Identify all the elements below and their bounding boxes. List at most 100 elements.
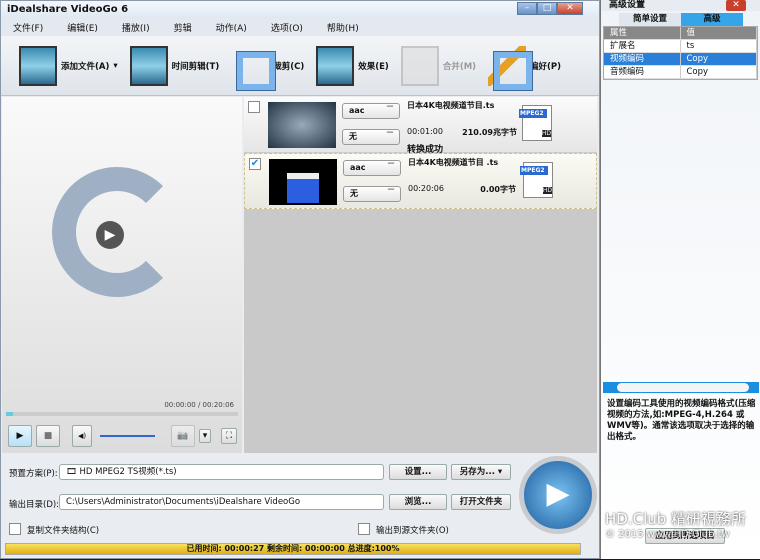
audio-track-dropdown[interactable]: aac	[343, 160, 401, 176]
chevron-down-icon[interactable]: ▾	[113, 61, 117, 71]
scissors-film-icon	[129, 45, 168, 86]
preferences-button[interactable]: 偏好(P)	[488, 45, 562, 90]
watermark-line1: HD.Club 精研視務所	[605, 510, 747, 528]
stop-button[interactable]: ■	[36, 425, 60, 447]
wrench-screwdriver-icon	[488, 45, 533, 90]
watermark: HD.Club 精研視務所 © 2015 www.HD.Club.tw	[605, 512, 746, 542]
toolbar: 添加文件(A) ▾ 时间剪辑(T) 裁剪(C) 效果(E) 合并(M) 偏好(P)	[1, 36, 599, 96]
hd-badge: HD	[542, 187, 552, 194]
file-row[interactable]: aac 无 日本4K电视频道节目.ts 00:01:00 210.09兆字节 转…	[244, 97, 597, 155]
copy-structure-label: 复制文件夹结构(C)	[27, 526, 100, 536]
main-window: iDealshare VideoGo 6 – □ ✕ 文件(F) 编辑(E) 播…	[0, 0, 600, 559]
grid-header: 属性值	[604, 27, 757, 40]
menu-help[interactable]: 帮助(H)	[327, 21, 359, 34]
mpeg2-format-icon[interactable]: MPEG2 HD	[520, 162, 553, 198]
preset-label: 预置方案(P):	[9, 469, 58, 479]
file-checkbox[interactable]: ✔	[249, 158, 261, 170]
trim-label: 时间剪辑(T)	[171, 61, 220, 72]
preset-dropdown[interactable]: 🎞 HD MPEG2 TS视频(*.ts)	[59, 464, 384, 480]
scroll-thumb[interactable]	[617, 383, 749, 392]
output-to-source-checkbox[interactable]	[358, 523, 370, 535]
output-dir-label: 输出目录(D):	[9, 500, 60, 510]
property-value[interactable]: Copy	[681, 66, 757, 78]
playback-time: 00:00:00 / 00:20:06	[164, 401, 234, 409]
volume-slider[interactable]	[100, 435, 155, 437]
video-thumbnail	[268, 102, 336, 148]
panel-tabs: 简单设置 高级	[619, 13, 760, 26]
file-row[interactable]: ✔ aac 无 日本4K电视频道节目 .ts 00:20:06 0.00字节 M…	[244, 153, 597, 209]
file-size: 0.00字节	[480, 185, 516, 194]
menu-options[interactable]: 选项(O)	[271, 21, 303, 34]
menu-action[interactable]: 动作(A)	[216, 21, 247, 34]
menu-file[interactable]: 文件(F)	[13, 21, 43, 34]
watermark-line2: © 2015 www.HD.Club.tw	[605, 529, 730, 540]
convert-button[interactable]: ▶	[519, 456, 597, 534]
file-name: 日本4K电视频道节目.ts	[407, 101, 495, 110]
preset-value: HD MPEG2 TS视频(*.ts)	[79, 467, 177, 477]
player-controls: ▶ ■ ◀) 📷 ▾ ⛶	[8, 425, 237, 447]
header-value: 值	[681, 27, 757, 39]
advanced-settings-panel: 高级设置 ✕ 简单设置 高级 属性值 扩展名 ts 视频编码 Copy 音频编码 Co…	[600, 0, 760, 559]
file-checkbox[interactable]	[248, 101, 260, 113]
preferences-label: 偏好(P)	[530, 61, 562, 72]
subtitle-dropdown[interactable]: 无	[343, 186, 401, 202]
property-description: 设置编码工具使用的视频编码格式(压缩视频的方法,如:MPEG-4,H.264 或…	[607, 399, 756, 442]
window-title: iDealshare VideoGo 6	[7, 4, 129, 15]
panel-close-button[interactable]: ✕	[726, 0, 746, 11]
crop-icon	[231, 46, 276, 90]
preview-panel: ▶ 00:00:00 / 00:20:06 ▶ ■ ◀) 📷 ▾ ⛶	[2, 97, 242, 453]
audio-track-dropdown[interactable]: aac	[342, 103, 400, 119]
output-to-source-label: 输出到源文件夹(O)	[376, 526, 449, 536]
open-folder-button[interactable]: 打开文件夹	[451, 494, 511, 510]
minimize-button[interactable]: –	[517, 2, 537, 15]
snapshot-button[interactable]: 📷	[171, 425, 195, 447]
property-name: 扩展名	[604, 40, 681, 52]
effect-button[interactable]: 效果(E)	[316, 45, 389, 86]
add-file-button[interactable]: 添加文件(A) ▾	[19, 45, 118, 86]
grid-row[interactable]: 扩展名 ts	[604, 40, 757, 53]
save-as-button[interactable]: 另存为... ▾	[451, 464, 511, 480]
format-label: MPEG2	[520, 166, 548, 175]
menu-edit[interactable]: 编辑(E)	[67, 21, 98, 34]
merge-label: 合并(M)	[442, 61, 477, 72]
add-file-icon	[19, 45, 57, 86]
property-grid: 属性值 扩展名 ts 视频编码 Copy 音频编码 Copy	[603, 26, 758, 80]
menu-clip[interactable]: 剪辑	[174, 21, 192, 34]
menu-play[interactable]: 播放(I)	[122, 21, 150, 34]
title-bar: iDealshare VideoGo 6	[1, 1, 599, 18]
fullscreen-button[interactable]: ⛶	[221, 428, 237, 444]
horizontal-scrollbar[interactable]	[603, 382, 759, 393]
format-label: MPEG2	[519, 109, 547, 118]
merge-button[interactable]: 合并(M)	[400, 45, 477, 86]
subtitle-dropdown[interactable]: 无	[342, 129, 400, 145]
mpeg2-format-icon[interactable]: MPEG2 HD	[519, 105, 552, 141]
crop-label: 裁剪(C)	[273, 61, 305, 72]
maximize-button[interactable]: □	[537, 2, 557, 15]
browse-button[interactable]: 浏览...	[389, 494, 447, 510]
close-button[interactable]: ✕	[557, 2, 583, 15]
copy-structure-checkbox[interactable]	[9, 523, 21, 535]
property-name: 视频编码	[604, 53, 681, 65]
grid-row[interactable]: 音频编码 Copy	[604, 66, 757, 79]
trim-button[interactable]: 时间剪辑(T)	[129, 45, 220, 86]
file-size: 210.09兆字节	[462, 128, 517, 137]
settings-button[interactable]: 设置...	[389, 464, 447, 480]
hd-badge: HD	[541, 130, 551, 137]
crop-button[interactable]: 裁剪(C)	[231, 46, 305, 90]
menu-bar: 文件(F) 编辑(E) 播放(I) 剪辑 动作(A) 选项(O) 帮助(H)	[1, 18, 599, 36]
header-property: 属性	[604, 27, 681, 39]
seek-bar[interactable]	[6, 412, 238, 416]
tab-simple[interactable]: 简单设置	[619, 13, 681, 26]
property-value[interactable]: Copy	[681, 53, 757, 65]
snapshot-menu-button[interactable]: ▾	[199, 429, 211, 443]
logo-play-icon: ▶	[96, 221, 124, 249]
play-button[interactable]: ▶	[8, 425, 32, 447]
seek-progress	[6, 412, 13, 416]
file-name: 日本4K电视频道节目 .ts	[408, 158, 499, 167]
effect-label: 效果(E)	[358, 61, 389, 72]
output-dir-input[interactable]: C:\Users\Administrator\Documents\iDealsh…	[59, 494, 384, 510]
grid-row[interactable]: 视频编码 Copy	[604, 53, 757, 66]
tab-advanced[interactable]: 高级	[681, 13, 743, 26]
volume-button[interactable]: ◀)	[72, 425, 92, 447]
property-value[interactable]: ts	[681, 40, 757, 52]
